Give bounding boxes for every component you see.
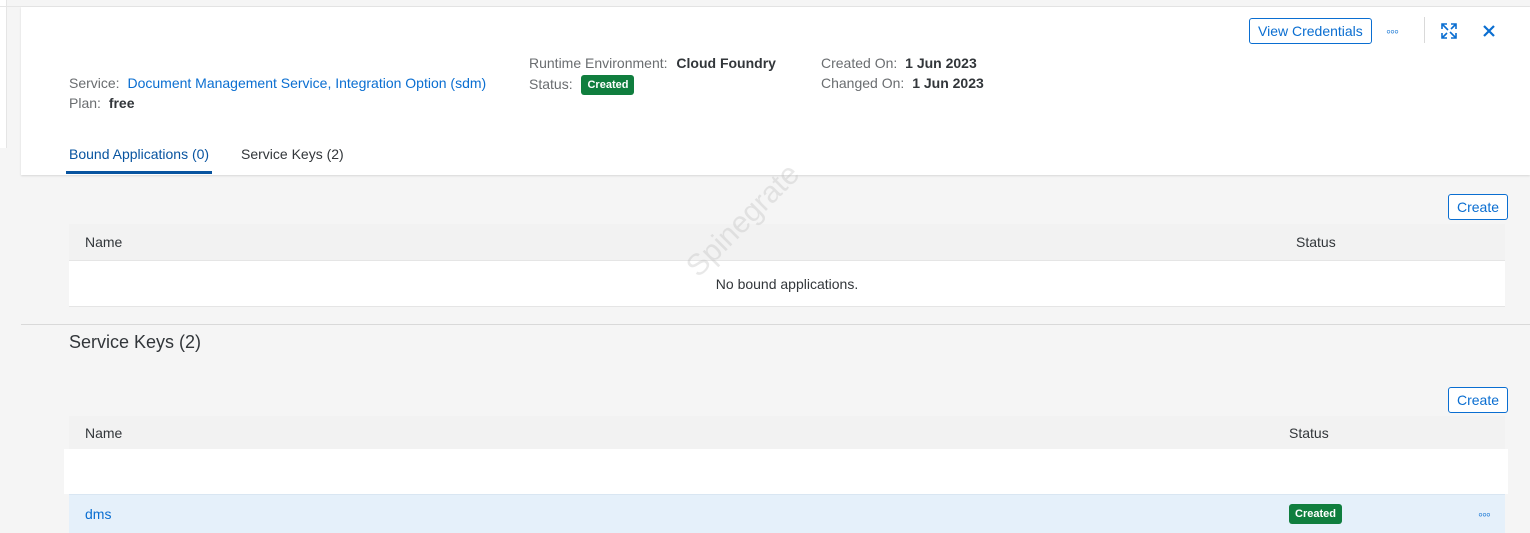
service-keys-create-button[interactable]: Create <box>1448 387 1509 413</box>
fullscreen-icon[interactable] <box>1435 17 1463 45</box>
plan-value: free <box>108 95 135 111</box>
status-badge: Created <box>581 75 635 96</box>
service-keys-title: Service Keys (2) <box>69 332 202 352</box>
created-label: Created On: <box>821 55 898 71</box>
bound-apps-table-header: Name Status <box>69 224 1505 261</box>
service-key-name-link[interactable]: dms <box>85 506 111 522</box>
overflow-icon[interactable]: ◦◦◦ <box>1378 17 1406 45</box>
close-icon[interactable] <box>1475 17 1503 45</box>
changed-label: Changed On: <box>821 75 905 91</box>
table-row[interactable]: dms Created ◦◦◦ <box>69 494 1505 533</box>
service-keys-table-header: Name Status <box>69 416 1505 449</box>
runtime-attribute: Runtime Environment: Cloud Foundry <box>529 54 776 72</box>
status-label: Status: <box>529 76 573 92</box>
created-attribute: Created On: 1 Jun 2023 <box>821 54 977 72</box>
bound-apps-empty-row: No bound applications. <box>69 261 1505 307</box>
view-credentials-button[interactable]: View Credentials <box>1249 18 1372 44</box>
status-attribute: Status: Created <box>529 75 635 96</box>
table-spacer-row <box>64 449 1508 494</box>
column-header-name[interactable]: Name <box>85 234 122 250</box>
column-header-name[interactable]: Name <box>85 425 122 441</box>
service-label: Service: <box>69 75 120 91</box>
service-attribute: Service: Document Management Service, In… <box>69 74 486 92</box>
toolbar-separator <box>1424 17 1425 43</box>
row-overflow-icon[interactable]: ◦◦◦ <box>1478 506 1491 522</box>
tab-selection-indicator <box>66 171 212 174</box>
tab-bound-applications[interactable]: Bound Applications (0) <box>69 146 209 162</box>
service-link[interactable]: Document Management Service, Integration… <box>127 75 486 91</box>
runtime-value: Cloud Foundry <box>676 55 776 71</box>
service-key-status-badge: Created <box>1289 504 1342 524</box>
created-value: 1 Jun 2023 <box>905 55 977 71</box>
column-header-status[interactable]: Status <box>1296 234 1336 250</box>
changed-attribute: Changed On: 1 Jun 2023 <box>821 74 984 92</box>
section-divider <box>21 324 1530 325</box>
runtime-label: Runtime Environment: <box>529 55 668 71</box>
left-panel-edge <box>0 0 7 148</box>
column-header-status[interactable]: Status <box>1289 425 1329 441</box>
changed-value: 1 Jun 2023 <box>912 75 984 91</box>
tab-service-keys[interactable]: Service Keys (2) <box>241 146 344 162</box>
plan-attribute: Plan: free <box>69 94 135 112</box>
no-data-text: No bound applications. <box>715 275 859 292</box>
bound-apps-create-button[interactable]: Create <box>1448 194 1509 220</box>
plan-label: Plan: <box>69 95 101 111</box>
